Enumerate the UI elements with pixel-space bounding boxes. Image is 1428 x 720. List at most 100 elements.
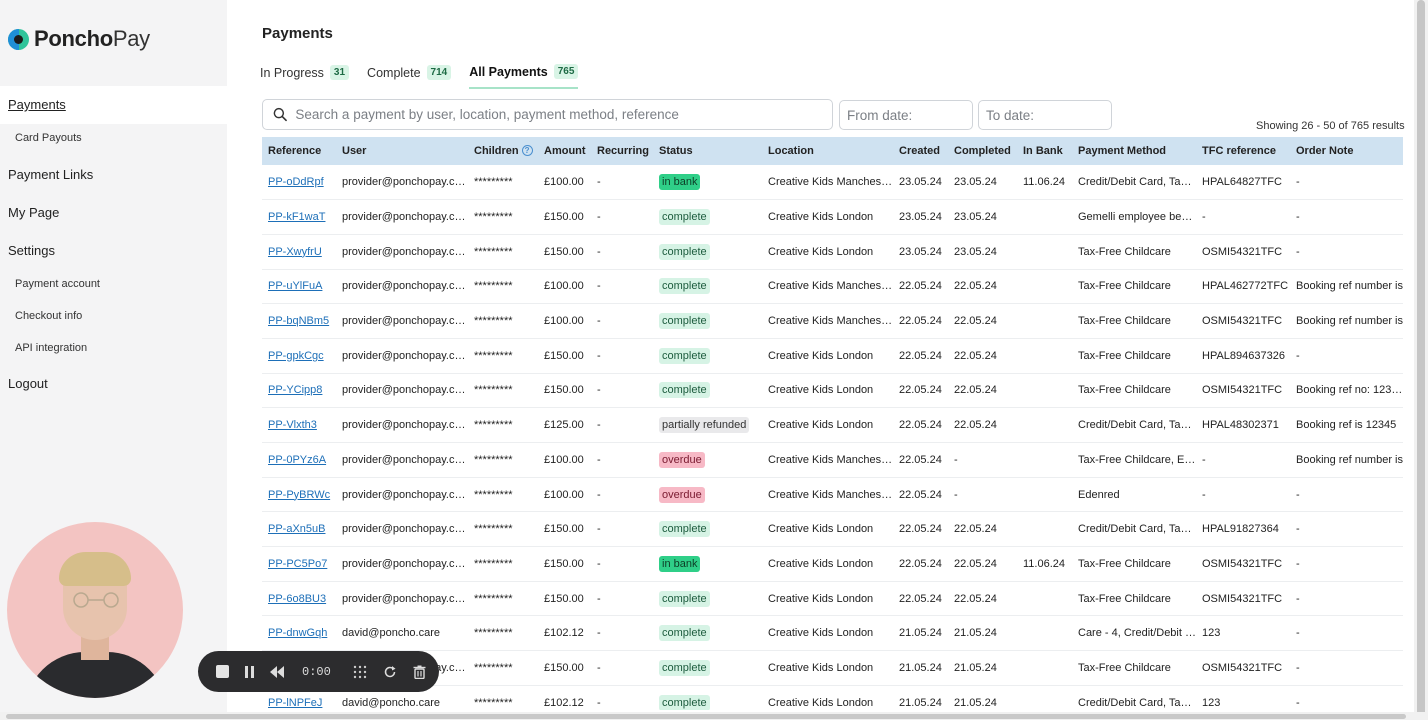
sidebar-item-settings[interactable]: Settings: [0, 241, 227, 261]
grid-button[interactable]: [353, 665, 367, 679]
delete-recording-button[interactable]: [413, 665, 426, 679]
payment-reference-link[interactable]: PP-Vlxth3: [268, 419, 317, 431]
payment-reference-link[interactable]: PP-PyBRWc: [268, 489, 330, 501]
sidebar-item-checkout-info[interactable]: Checkout info: [0, 306, 227, 326]
table-header-row: Reference User Children? Amount Recurring Sta…: [262, 137, 1403, 165]
column-header-user[interactable]: User: [336, 137, 468, 165]
sidebar-item-payments[interactable]: Payments: [0, 86, 227, 124]
status-badge: complete: [659, 694, 710, 710]
payment-reference-link[interactable]: PP-YCipp8: [268, 384, 322, 396]
horizontal-scroll-thumb[interactable]: [6, 714, 1406, 719]
cell-payment-method: Credit/Debit Card, Tax-Free Childcare: [1072, 165, 1196, 201]
payment-reference-link[interactable]: PP-lNPFeJ: [268, 697, 322, 709]
payment-reference-link[interactable]: PP-oDdRpf: [268, 176, 324, 188]
table-row[interactable]: PP-PyBRWc provider@ponchopay.com *********…: [262, 477, 1403, 513]
table-row[interactable]: PP-uYlFuA provider@ponchopay.com *********…: [262, 269, 1403, 305]
cell-children: *********: [468, 477, 538, 513]
sidebar-item-api-integration[interactable]: API integration: [0, 338, 227, 358]
table-row[interactable]: PP-dnwGqh david@poncho.care ********* £102.…: [262, 615, 1403, 652]
table-row[interactable]: PP-lNPFeJ david@poncho.care ********* £102.…: [262, 685, 1403, 710]
table-row[interactable]: PP-aXn5uB provider@ponchopay.com *********…: [262, 511, 1403, 548]
payment-reference-link[interactable]: PP-XwyfrU: [268, 246, 322, 258]
payment-reference-link[interactable]: PP-aXn5uB: [268, 523, 325, 535]
column-header-recurring[interactable]: Recurring: [591, 137, 653, 165]
cell-amount: £150.00: [538, 338, 591, 374]
cell-created: 22.05.24: [893, 511, 948, 548]
cell-children: *********: [468, 199, 538, 235]
table-row[interactable]: PP-oDdRpf provider@ponchopay.com *********…: [262, 165, 1403, 201]
cell-status: complete: [653, 650, 762, 686]
tab-bar: In Progress 31 Complete 714 All Payments…: [260, 64, 579, 89]
payment-reference-link[interactable]: PP-gpkCgc: [268, 350, 324, 362]
from-date-input[interactable]: [847, 107, 972, 123]
payment-reference-link[interactable]: PP-bqNBm5: [268, 315, 329, 327]
sidebar-item-payment-links[interactable]: Payment Links: [0, 165, 227, 185]
cell-completed: -: [948, 442, 1017, 478]
cell-location: Creative Kids London: [762, 546, 893, 582]
column-header-amount[interactable]: Amount: [538, 137, 591, 165]
payment-reference-link[interactable]: PP-6o8BU3: [268, 593, 326, 605]
tab-count-badge: 714: [426, 65, 452, 80]
table-row[interactable]: PP-0PYz6A provider@ponchopay.com *********…: [262, 442, 1403, 478]
sidebar-item-my-page[interactable]: My Page: [0, 203, 227, 223]
payment-reference-link[interactable]: PP-uYlFuA: [268, 280, 322, 292]
table-row[interactable]: PP-gpkCgc provider@ponchopay.com *********…: [262, 338, 1403, 374]
webcam-overlay[interactable]: [7, 522, 183, 698]
cell-amount: £150.00: [538, 650, 591, 686]
search-input[interactable]: [295, 107, 832, 122]
tab-complete[interactable]: Complete 714: [367, 64, 452, 89]
cell-in-bank: 11.06.24: [1017, 165, 1072, 201]
cell-amount: £100.00: [538, 442, 591, 478]
column-header-tfc-reference[interactable]: TFC reference: [1196, 137, 1290, 165]
column-header-reference[interactable]: Reference: [262, 137, 336, 165]
table-row[interactable]: PP-bqNBm5 provider@ponchopay.com *********…: [262, 303, 1403, 339]
tab-in-progress[interactable]: In Progress 31: [260, 64, 350, 89]
column-header-in-bank[interactable]: In Bank: [1017, 137, 1072, 165]
status-badge: complete: [659, 209, 710, 226]
table-row[interactable]: PP-6o8BU3 provider@ponchopay.com *********…: [262, 581, 1403, 617]
tab-all-payments[interactable]: All Payments 765: [469, 64, 579, 89]
payment-reference-link[interactable]: PP-kF1waT: [268, 211, 325, 223]
cell-tfc-reference: -: [1196, 477, 1290, 513]
table-row[interactable]: PP-XwyfrU provider@ponchopay.com *********…: [262, 234, 1403, 270]
status-badge: complete: [659, 659, 710, 676]
rewind-button[interactable]: [270, 665, 284, 678]
payment-reference-link[interactable]: PP-PC5Po7: [268, 558, 327, 570]
payment-reference-link[interactable]: PP-0PYz6A: [268, 454, 326, 466]
pause-recording-button[interactable]: [245, 665, 254, 678]
sidebar-item-logout[interactable]: Logout: [0, 374, 227, 394]
cell-created: 22.05.24: [893, 407, 948, 443]
cell-status: overdue: [653, 442, 762, 478]
cell-children: *********: [468, 511, 538, 548]
cell-created: 23.05.24: [893, 165, 948, 201]
column-header-status[interactable]: Status: [653, 137, 762, 165]
horizontal-scrollbar[interactable]: [0, 712, 1428, 720]
column-header-order-note[interactable]: Order Note: [1290, 137, 1403, 165]
sidebar-item-card-payouts[interactable]: Card Payouts: [0, 128, 227, 148]
payment-reference-link[interactable]: PP-dnwGqh: [268, 627, 327, 639]
vertical-scroll-thumb[interactable]: [1417, 0, 1425, 718]
cell-recurring: -: [591, 373, 653, 409]
cell-recurring: -: [591, 338, 653, 374]
cell-completed: 23.05.24: [948, 199, 1017, 235]
help-icon[interactable]: ?: [521, 145, 533, 156]
stop-recording-button[interactable]: [216, 665, 229, 678]
cell-completed: 22.05.24: [948, 581, 1017, 617]
column-header-completed[interactable]: Completed: [948, 137, 1017, 165]
logo[interactable]: PonchoPay: [8, 26, 150, 52]
sidebar-item-payment-account[interactable]: Payment account: [0, 274, 227, 294]
column-header-children[interactable]: Children?: [468, 137, 538, 165]
column-header-created[interactable]: Created: [893, 137, 948, 165]
cell-in-bank: [1017, 199, 1072, 235]
table-row[interactable]: PP-PC5Po7 provider@ponchopay.com *********…: [262, 546, 1403, 582]
to-date-input[interactable]: [986, 107, 1111, 123]
table-row[interactable]: PP-Vlxth3 provider@ponchopay.com *********…: [262, 407, 1403, 443]
table-row[interactable]: PP-kF1waT provider@ponchopay.com *********…: [262, 199, 1403, 235]
cell-payment-method: Care - 4, Credit/Debit Card: [1072, 615, 1196, 652]
restart-button[interactable]: [383, 665, 397, 679]
vertical-scrollbar[interactable]: [1414, 0, 1428, 720]
column-header-payment-method[interactable]: Payment Method: [1072, 137, 1196, 165]
table-row[interactable]: PP-YCipp8 provider@ponchopay.com *********…: [262, 373, 1403, 409]
column-header-location[interactable]: Location: [762, 137, 893, 165]
cell-children: *********: [468, 442, 538, 478]
